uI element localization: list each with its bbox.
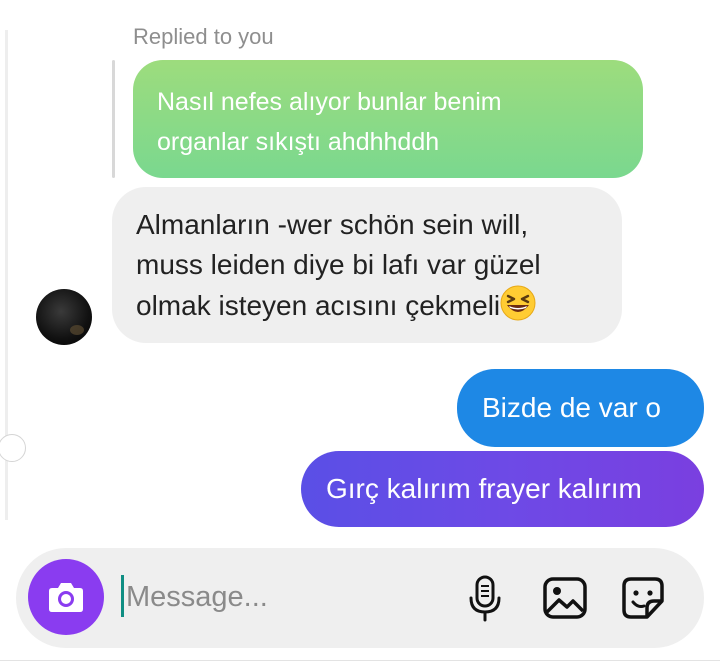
image-gallery-icon: [543, 577, 587, 619]
camera-icon: [49, 583, 83, 612]
grinning-squinting-face-icon: [500, 285, 536, 321]
received-message-line: muss leiden diye bi lafı var güzel: [136, 249, 541, 280]
voice-message-button[interactable]: [462, 574, 508, 622]
replied-message-line: Nasıl nefes alıyor bunlar benim: [157, 88, 502, 116]
timestamp-drag-handle[interactable]: [0, 434, 26, 462]
sent-message-bubble[interactable]: Gırç kalırım frayer kalırım: [301, 451, 704, 527]
message-input[interactable]: [126, 574, 426, 620]
received-message-line-with-emoji: olmak isteyen acısını çekmeli: [136, 285, 598, 326]
timestamp-drag-rail[interactable]: [0, 30, 26, 520]
sent-message-bubble[interactable]: Bizde de var o: [457, 369, 704, 447]
sticker-icon: [622, 577, 664, 619]
bottom-divider: [0, 660, 720, 661]
sent-message-text: Gırç kalırım frayer kalırım: [326, 473, 642, 504]
reply-quote-bar: [112, 60, 115, 178]
camera-button[interactable]: [28, 559, 104, 635]
text-caret: [121, 575, 124, 617]
received-message-line: olmak isteyen acısını çekmeli: [136, 290, 501, 321]
gallery-button[interactable]: [542, 574, 588, 622]
sent-message-text: Bizde de var o: [482, 392, 661, 423]
replied-message-line: organlar sıkıştı ahdhhddh: [157, 128, 440, 156]
received-message-bubble[interactable]: Almanların -wer schön sein will, muss le…: [112, 187, 622, 343]
received-message-line: Almanların -wer schön sein will,: [136, 209, 529, 240]
contact-avatar[interactable]: [36, 289, 92, 345]
reply-context-label: Replied to you: [133, 24, 274, 49]
avatar-detail: [70, 325, 84, 335]
message-composer: [16, 548, 704, 648]
sticker-button[interactable]: [620, 574, 666, 622]
replied-message-bubble[interactable]: Nasıl nefes alıyor bunlar benim organlar…: [133, 60, 643, 178]
microphone-icon: [469, 575, 501, 622]
